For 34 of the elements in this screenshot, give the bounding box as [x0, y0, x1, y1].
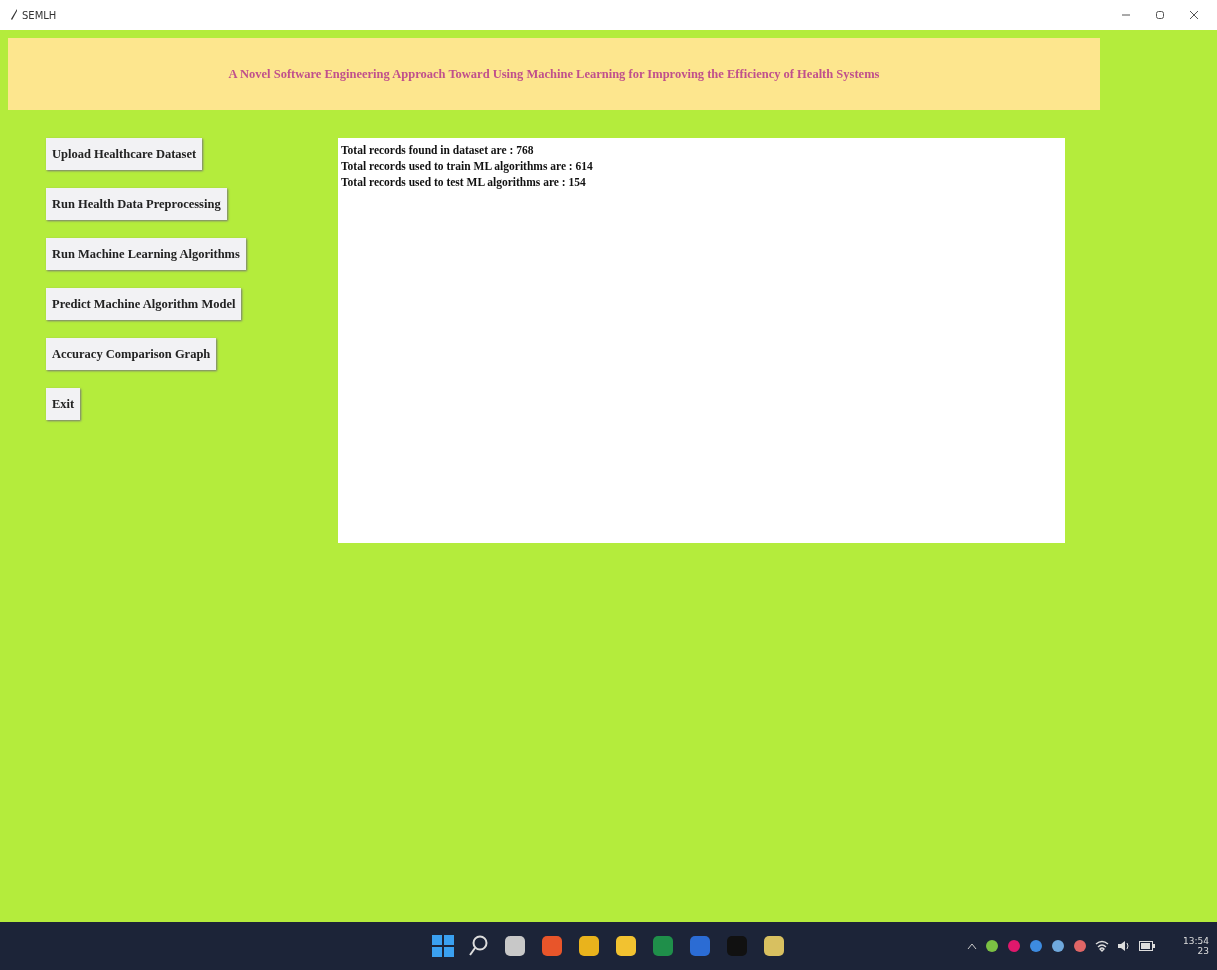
close-icon[interactable]	[1189, 10, 1199, 20]
start-icon[interactable]	[432, 935, 454, 957]
app-icon[interactable]	[578, 935, 600, 957]
app-icon[interactable]	[504, 935, 526, 957]
action-button[interactable]: Upload Healthcare Dataset	[46, 138, 203, 170]
clock-date[interactable]: 23	[1197, 946, 1209, 956]
action-button[interactable]: Accuracy Comparison Graph	[46, 338, 217, 370]
search-icon[interactable]	[469, 935, 489, 957]
restore-icon[interactable]	[1155, 10, 1165, 20]
battery-icon[interactable]	[1139, 941, 1156, 951]
output-line: Total records used to train ML algorithms are : 614	[341, 159, 593, 174]
app-icon[interactable]	[652, 935, 674, 957]
tray-icon[interactable]	[1073, 939, 1088, 953]
clock-time[interactable]: 13:54	[1183, 936, 1209, 946]
tray-icon[interactable]	[1007, 939, 1022, 953]
action-button[interactable]: Predict Machine Algorithm Model	[46, 288, 242, 320]
chevron-up-icon[interactable]	[967, 942, 978, 950]
output-text-area[interactable]: Total records found in dataset are : 768 Total records used to train ML algorithms are : 614 Total records used to test ML algorithms are : 154	[338, 138, 1065, 543]
action-button[interactable]: Exit	[46, 388, 81, 420]
app-icon[interactable]	[763, 935, 785, 957]
output-line: Total records used to test ML algorithms are : 154	[341, 175, 586, 190]
wifi-icon[interactable]	[1095, 940, 1110, 952]
action-button[interactable]: Run Health Data Preprocessing	[46, 188, 227, 220]
output-line: Total records found in dataset are : 768	[341, 143, 534, 158]
action-button[interactable]: Run Machine Learning Algorithms	[46, 238, 246, 270]
tray-icon[interactable]	[1029, 939, 1044, 953]
window-title: SEMLH	[22, 9, 57, 21]
speaker-icon[interactable]	[1117, 940, 1132, 952]
feather-icon	[10, 9, 18, 21]
app-title: A Novel Software Engineering Approach Toward Using Machine Learning for Improving the Efficiency of Health Systems	[228, 66, 880, 82]
app-icon[interactable]	[615, 935, 637, 957]
tray-icon[interactable]	[985, 939, 1000, 953]
app-icon[interactable]	[541, 935, 563, 957]
tray-icon[interactable]	[1051, 939, 1066, 953]
